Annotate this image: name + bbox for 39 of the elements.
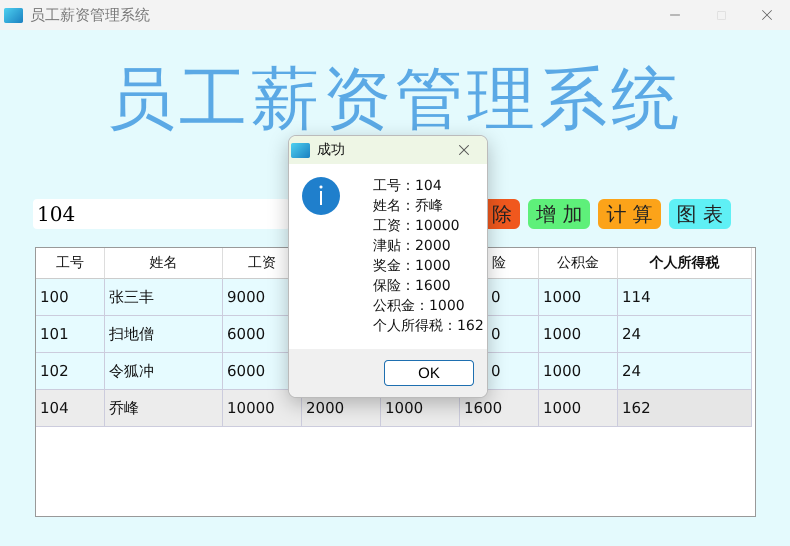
message-line: 奖金：1000	[373, 257, 452, 276]
message-line: 津贴：2000	[373, 237, 452, 256]
message-line: 工资：10000	[373, 217, 461, 236]
window-title: 员工薪资管理系统	[30, 6, 151, 24]
message-line: 工号：104	[373, 177, 443, 196]
table-cell: 100	[36, 279, 105, 316]
table-cell: 令狐冲	[105, 353, 223, 390]
table-cell: 扫地僧	[105, 316, 223, 353]
action-button[interactable]: 增 加	[528, 199, 590, 229]
app-icon	[4, 8, 23, 22]
message-line: 姓名：乔峰	[373, 197, 444, 216]
table-cell: 114	[618, 279, 752, 316]
table-cell: 102	[36, 353, 105, 390]
info-icon	[301, 176, 341, 216]
dialog-app-icon	[291, 142, 310, 158]
table-cell: 101	[36, 316, 105, 353]
table-cell: 1000	[539, 279, 618, 316]
column-header: 姓名	[105, 248, 223, 279]
table-cell: 1000	[539, 353, 618, 390]
table-cell: 24	[618, 316, 752, 353]
table-cell: 24	[618, 353, 752, 390]
dialog-title: 成功	[317, 141, 346, 159]
table-cell: 1600	[460, 390, 539, 427]
message-line: 保险：1600	[373, 277, 452, 296]
table-cell: 张三丰	[105, 279, 223, 316]
table-cell: 10000	[223, 390, 302, 427]
ok-button[interactable]: OK	[384, 360, 474, 386]
column-header: 个人所得税	[618, 248, 752, 279]
action-button[interactable]: 计 算	[598, 199, 661, 229]
app-heading: 员工薪资管理系统	[107, 66, 683, 134]
table-cell: 162	[618, 390, 752, 427]
action-button[interactable]: 图 表	[668, 199, 732, 229]
table-cell: 1000	[539, 316, 618, 353]
column-header: 工号	[36, 248, 105, 279]
table-cell: 104	[36, 390, 105, 427]
column-header: 公积金	[539, 248, 618, 279]
table-cell: 1000	[539, 390, 618, 427]
search-field[interactable]: 104	[33, 199, 290, 229]
table-cell: 乔峰	[105, 390, 223, 427]
